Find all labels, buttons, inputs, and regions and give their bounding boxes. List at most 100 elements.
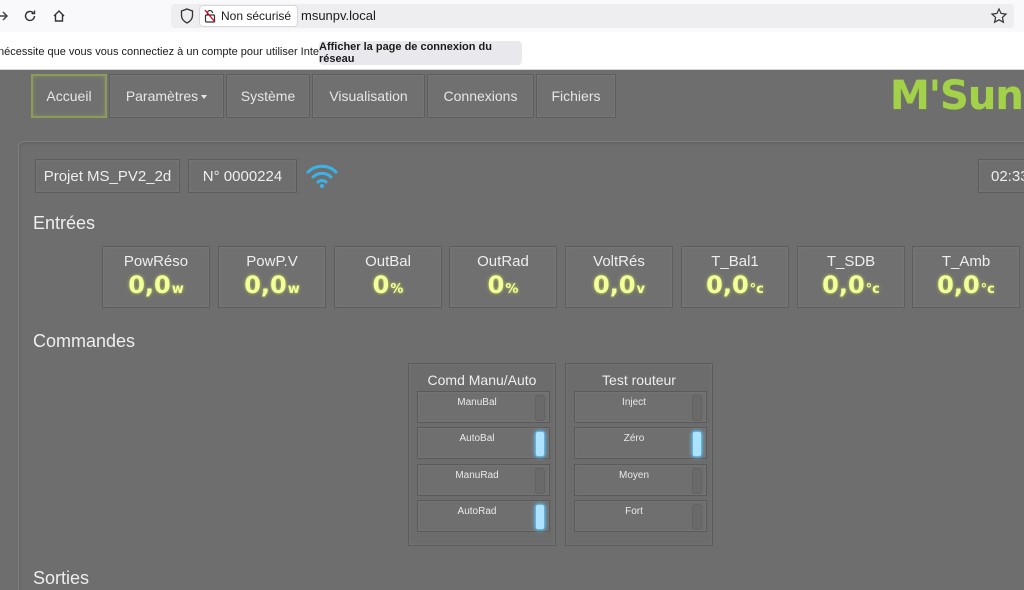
measure-label: OutRad xyxy=(477,253,529,270)
switch-label: Inject xyxy=(622,397,646,408)
serial-number: N° 0000224 xyxy=(188,159,297,193)
measure-value: 0,0v xyxy=(566,271,672,299)
measure-value: 0,0w xyxy=(219,271,325,299)
measure-t-amb: T_Amb 0,0°c xyxy=(912,246,1020,308)
value-number: 0,0 xyxy=(244,271,287,299)
clock: 02:33 xyxy=(978,159,1024,193)
menu-label: Connexions xyxy=(443,88,518,104)
measure-value: 0,0°c xyxy=(798,271,904,299)
switch-indicator xyxy=(535,468,545,494)
value-unit: % xyxy=(505,282,519,297)
group-comd-manu-auto: Comd Manu/Auto ManuBal AutoBal ManuRad A… xyxy=(408,363,556,546)
browser-toolbar: Non sécurisé msunpv.local xyxy=(0,0,1024,32)
shield-icon[interactable] xyxy=(178,7,196,25)
switch-manurad[interactable]: ManuRad xyxy=(417,464,550,496)
menu-item-connexions[interactable]: Connexions xyxy=(427,74,534,118)
menu-label: Visualisation xyxy=(329,88,408,104)
security-label: Non sécurisé xyxy=(221,9,292,23)
measure-powpv: PowP.V 0,0w xyxy=(218,246,326,308)
value-number: 0 xyxy=(372,271,390,299)
notification-text: nécessite que vous vous connectiez à un … xyxy=(0,46,342,58)
measure-value: 0,0w xyxy=(103,271,209,299)
switch-autobal[interactable]: AutoBal xyxy=(417,427,550,459)
section-commands: Commandes xyxy=(33,331,136,351)
section-inputs: Entrées xyxy=(33,213,96,233)
switch-label: AutoRad xyxy=(457,506,497,517)
value-unit: °c xyxy=(749,282,764,297)
menu-label: Système xyxy=(240,88,296,104)
group-title: Comd Manu/Auto xyxy=(427,372,537,388)
measure-value: 0% xyxy=(335,271,441,299)
bookmark-star-icon[interactable] xyxy=(990,7,1008,25)
url-text[interactable]: msunpv.local xyxy=(301,8,376,23)
value-number: 0,0 xyxy=(706,271,749,299)
group-test-routeur: Test routeur Inject Zéro Moyen Fort xyxy=(565,363,713,546)
switch-label: Zéro xyxy=(623,433,645,444)
switch-indicator xyxy=(692,395,702,421)
group-title: Test routeur xyxy=(602,372,676,388)
menu-label: Paramètres xyxy=(125,88,199,104)
value-number: 0 xyxy=(487,271,505,299)
value-unit: w xyxy=(287,282,300,297)
switch-fort[interactable]: Fort xyxy=(574,500,707,532)
address-bar[interactable]: Non sécurisé msunpv.local xyxy=(171,4,1014,28)
home-icon[interactable] xyxy=(49,6,69,26)
measure-label: OutBal xyxy=(365,253,411,270)
switch-moyen[interactable]: Moyen xyxy=(574,464,707,496)
switch-indicator xyxy=(535,395,545,421)
forward-arrow-icon[interactable] xyxy=(0,6,12,26)
menu-item-accueil[interactable]: Accueil xyxy=(31,74,107,118)
measure-label: PowRéso xyxy=(123,253,189,270)
value-unit: w xyxy=(171,282,184,297)
dropdown-caret-icon xyxy=(201,95,208,99)
switch-indicator xyxy=(535,504,545,530)
switch-label: ManuRad xyxy=(455,470,499,481)
measure-t-sdb: T_SDB 0,0°c xyxy=(797,246,905,308)
measure-outbal: OutBal 0% xyxy=(334,246,442,308)
switch-zero[interactable]: Zéro xyxy=(574,427,707,459)
switch-autorad[interactable]: AutoRad xyxy=(417,500,550,532)
broken-lock-icon xyxy=(204,9,216,23)
measure-value: 0,0°c xyxy=(682,271,788,299)
measure-label: T_Bal1 xyxy=(711,253,759,270)
menu-item-systeme[interactable]: Système xyxy=(226,74,310,118)
measure-voltres: VoltRés 0,0v xyxy=(565,246,673,308)
measure-value: 0% xyxy=(450,271,556,299)
menu-item-fichiers[interactable]: Fichiers xyxy=(536,74,616,118)
switch-manubal[interactable]: ManuBal xyxy=(417,391,550,423)
measure-label: VoltRés xyxy=(593,253,645,270)
msun-logo: M'Sun xyxy=(890,73,1024,119)
measure-powreso: PowRéso 0,0w xyxy=(102,246,210,308)
measure-label: T_SDB xyxy=(826,253,876,270)
measure-outrad: OutRad 0% xyxy=(449,246,557,308)
switch-label: Moyen xyxy=(618,470,649,481)
value-unit: % xyxy=(390,282,404,297)
switch-indicator xyxy=(692,504,702,530)
menu-label: Fichiers xyxy=(551,88,601,104)
measure-label: PowP.V xyxy=(246,253,298,270)
value-number: 0,0 xyxy=(128,271,171,299)
measure-label: T_Amb xyxy=(941,253,991,270)
value-unit: °c xyxy=(980,282,995,297)
switch-label: Fort xyxy=(625,506,643,517)
value-unit: v xyxy=(636,282,645,297)
measure-t-bal1: T_Bal1 0,0°c xyxy=(681,246,789,308)
value-number: 0,0 xyxy=(822,271,865,299)
reload-icon[interactable] xyxy=(20,6,40,26)
wifi-icon xyxy=(306,164,338,188)
switch-indicator xyxy=(535,431,545,457)
not-secure-badge[interactable]: Non sécurisé xyxy=(199,5,299,27)
value-unit: °c xyxy=(865,282,880,297)
msunpv-app: Accueil Paramètres Système Visualisation… xyxy=(0,71,1024,590)
menu-item-parametres[interactable]: Paramètres xyxy=(109,74,224,118)
project-name: Projet MS_PV2_2d xyxy=(35,159,180,193)
section-outputs: Sorties xyxy=(33,568,90,588)
switch-inject[interactable]: Inject xyxy=(574,391,707,423)
switch-indicator xyxy=(692,468,702,494)
measure-value: 0,0°c xyxy=(913,271,1019,299)
open-login-page-button[interactable]: Afficher la page de connexion du réseau xyxy=(319,41,522,65)
value-number: 0,0 xyxy=(593,271,636,299)
menu-item-visualisation[interactable]: Visualisation xyxy=(312,74,425,118)
menu-label: Accueil xyxy=(46,88,92,104)
captive-portal-notification: nécessite que vous vous connectiez à un … xyxy=(0,32,1024,70)
